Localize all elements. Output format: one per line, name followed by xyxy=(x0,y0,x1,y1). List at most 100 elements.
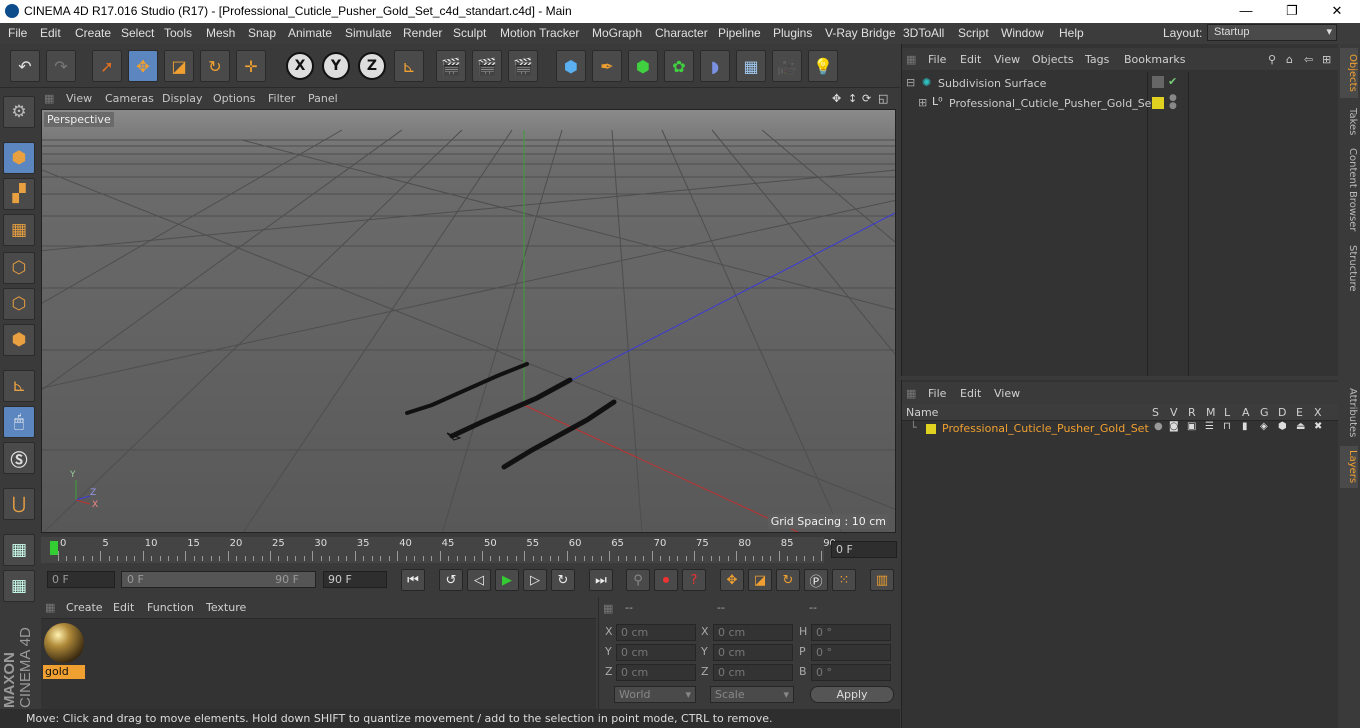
menu-help[interactable]: Help xyxy=(1059,26,1084,40)
om-menu-view[interactable]: View xyxy=(994,53,1020,66)
previous-frame-button[interactable]: ◁ xyxy=(467,569,491,591)
generator-icon[interactable]: ◈ xyxy=(1260,421,1268,432)
viewport-menu-filter[interactable]: Filter xyxy=(268,92,295,105)
rot-b-field[interactable]: 0 ° xyxy=(811,664,891,681)
minimize-button[interactable]: — xyxy=(1223,0,1269,23)
menu-select[interactable]: Select xyxy=(121,26,154,40)
add-light-button[interactable]: 💡 xyxy=(808,50,838,82)
solo-mode-button[interactable]: Ⓢ xyxy=(3,442,35,474)
record-active-button[interactable]: ⏺ xyxy=(654,569,678,591)
autokey-button[interactable]: ? xyxy=(682,569,706,591)
points-mode-button[interactable]: ⬡ xyxy=(3,252,35,284)
viewport-maximize-icon[interactable]: ◱ xyxy=(878,92,888,105)
view-eye-icon[interactable]: ◙ xyxy=(1169,421,1179,432)
tab-takes[interactable]: Takes xyxy=(1340,102,1358,142)
collapse-icon[interactable]: ⊟ xyxy=(906,76,915,89)
start-frame-field[interactable]: 0 F xyxy=(47,571,115,588)
frame-range-slider[interactable]: 0 F 90 F xyxy=(121,571,316,588)
key-position-button[interactable]: ✥ xyxy=(720,569,744,591)
redo-button[interactable]: ↷ xyxy=(46,50,76,82)
undo-button[interactable]: ↶ xyxy=(10,50,40,82)
render-settings-button[interactable]: 🎬 xyxy=(508,50,538,82)
tab-structure[interactable]: Structure xyxy=(1340,240,1358,296)
menu-3dtoall[interactable]: 3DToAll xyxy=(903,26,944,40)
om-menu-objects[interactable]: Objects xyxy=(1032,53,1074,66)
manager-icon[interactable]: ☰ xyxy=(1205,421,1214,432)
texture-mode-button[interactable]: ▞ xyxy=(3,178,35,210)
menu-motion-tracker[interactable]: Motion Tracker xyxy=(500,26,579,40)
menu-mesh[interactable]: Mesh xyxy=(206,26,235,40)
go-to-start-button[interactable]: ⏮ xyxy=(401,569,425,591)
viewport-rotate-icon[interactable]: ⟳ xyxy=(862,92,871,105)
workplane-mode-button[interactable]: ▦ xyxy=(3,214,35,246)
expression-icon[interactable]: ⏏ xyxy=(1296,421,1305,432)
add-camera-button[interactable]: 🎥 xyxy=(772,50,802,82)
previous-key-button[interactable]: ↺ xyxy=(439,569,463,591)
tab-layers[interactable]: Layers xyxy=(1340,446,1358,488)
menu-sculpt[interactable]: Sculpt xyxy=(453,26,486,40)
add-array-button[interactable]: ✿ xyxy=(664,50,694,82)
menu-vray-bridge[interactable]: V-Ray Bridge xyxy=(825,26,896,40)
viewport-menu-options[interactable]: Options xyxy=(213,92,255,105)
deformer-icon[interactable]: ⬢ xyxy=(1278,421,1287,432)
size-z-field[interactable]: 0 cm xyxy=(713,664,793,681)
enabled-check-icon[interactable]: ✔ xyxy=(1168,75,1177,88)
om-menu-file[interactable]: File xyxy=(928,53,946,66)
perspective-viewport[interactable]: Perspective Y Z X Grid Spacing : 10 cm xyxy=(41,109,896,533)
home-icon[interactable]: ⌂ xyxy=(1286,53,1293,66)
material-swatch[interactable]: gold xyxy=(43,621,85,679)
axis-mode-button[interactable]: ⊾ xyxy=(3,370,35,402)
viewport-menu-display[interactable]: Display xyxy=(162,92,203,105)
menu-character[interactable]: Character xyxy=(655,26,708,40)
current-frame-field[interactable]: 0 F xyxy=(831,541,897,558)
scale-tool-button[interactable]: ◪ xyxy=(164,50,194,82)
menu-script[interactable]: Script xyxy=(958,26,989,40)
tab-objects[interactable]: Objects xyxy=(1340,48,1358,98)
tab-attributes[interactable]: Attributes xyxy=(1340,384,1358,442)
lm-menu-view[interactable]: View xyxy=(994,387,1020,400)
add-pen-spline-button[interactable]: ✒ xyxy=(592,50,622,82)
motion-record-button[interactable]: ⚲ xyxy=(626,569,650,591)
maximize-button[interactable]: ❐ xyxy=(1269,0,1315,23)
menu-edit[interactable]: Edit xyxy=(40,26,61,40)
timeline-ruler[interactable]: 0 5 10 15 20 25 30 35 40 45 50 55 60 65 70 75 80 85 90 0 F xyxy=(41,535,898,567)
add-floor-button[interactable]: ▦ xyxy=(736,50,766,82)
coordinate-mode-select[interactable]: World ▾ xyxy=(614,686,696,703)
menu-simulate[interactable]: Simulate xyxy=(345,26,392,40)
viewport-menu-panel[interactable]: Panel xyxy=(308,92,338,105)
polygons-mode-button[interactable]: ⬢ xyxy=(3,324,35,356)
add-deformer-button[interactable]: ◗ xyxy=(700,50,730,82)
rot-p-field[interactable]: 0 ° xyxy=(811,644,891,661)
menu-render[interactable]: Render xyxy=(403,26,442,40)
render-icon[interactable]: ▣ xyxy=(1187,421,1196,432)
timeline-track[interactable]: 0 5 10 15 20 25 30 35 40 45 50 55 60 65 70 75 80 85 90 xyxy=(41,537,836,563)
render-view-button[interactable]: 🎬 xyxy=(436,50,466,82)
animation-icon[interactable]: ▮ xyxy=(1242,421,1248,432)
close-button[interactable]: ✕ xyxy=(1314,0,1360,23)
search-icon[interactable]: ⚲ xyxy=(1268,53,1276,66)
new-view-icon[interactable]: ⊞ xyxy=(1322,53,1331,66)
workplane-lock-button[interactable]: ▦ xyxy=(3,534,35,566)
lock-icon[interactable]: ⊓ xyxy=(1223,421,1231,432)
workplane-align-button[interactable]: ▦ xyxy=(3,570,35,602)
layer-color-swatch[interactable] xyxy=(926,424,936,434)
back-icon[interactable]: ⇦ xyxy=(1304,53,1313,66)
pos-x-field[interactable]: 0 cm xyxy=(616,624,696,641)
object-row-cuticle-set[interactable]: ⊞ L⁰ Professional_Cuticle_Pusher_Gold_Se… xyxy=(902,94,1339,114)
menu-window[interactable]: Window xyxy=(1001,26,1044,40)
tab-content-browser[interactable]: Content Browser xyxy=(1340,146,1358,234)
size-y-field[interactable]: 0 cm xyxy=(713,644,793,661)
material-menu-function[interactable]: Function xyxy=(147,601,194,614)
add-cube-button[interactable]: ⬢ xyxy=(556,50,586,82)
key-scale-button[interactable]: ◪ xyxy=(748,569,772,591)
menu-file[interactable]: File xyxy=(8,26,27,40)
y-axis-lock-button[interactable]: Y xyxy=(322,52,350,80)
model-mode-button[interactable]: ⬢ xyxy=(3,142,35,174)
object-row-subdivision[interactable]: ⊟ ✺ Subdivision Surface ✔ xyxy=(902,74,1339,94)
layer-swatch[interactable] xyxy=(1152,76,1164,88)
add-subdivision-button[interactable]: ⬢ xyxy=(628,50,658,82)
material-menu-texture[interactable]: Texture xyxy=(206,601,246,614)
z-axis-lock-button[interactable]: Z xyxy=(358,52,386,80)
key-pla-button[interactable]: ⁙ xyxy=(832,569,856,591)
layer-row[interactable]: └ Professional_Cuticle_Pusher_Gold_Set ●… xyxy=(902,420,1339,438)
